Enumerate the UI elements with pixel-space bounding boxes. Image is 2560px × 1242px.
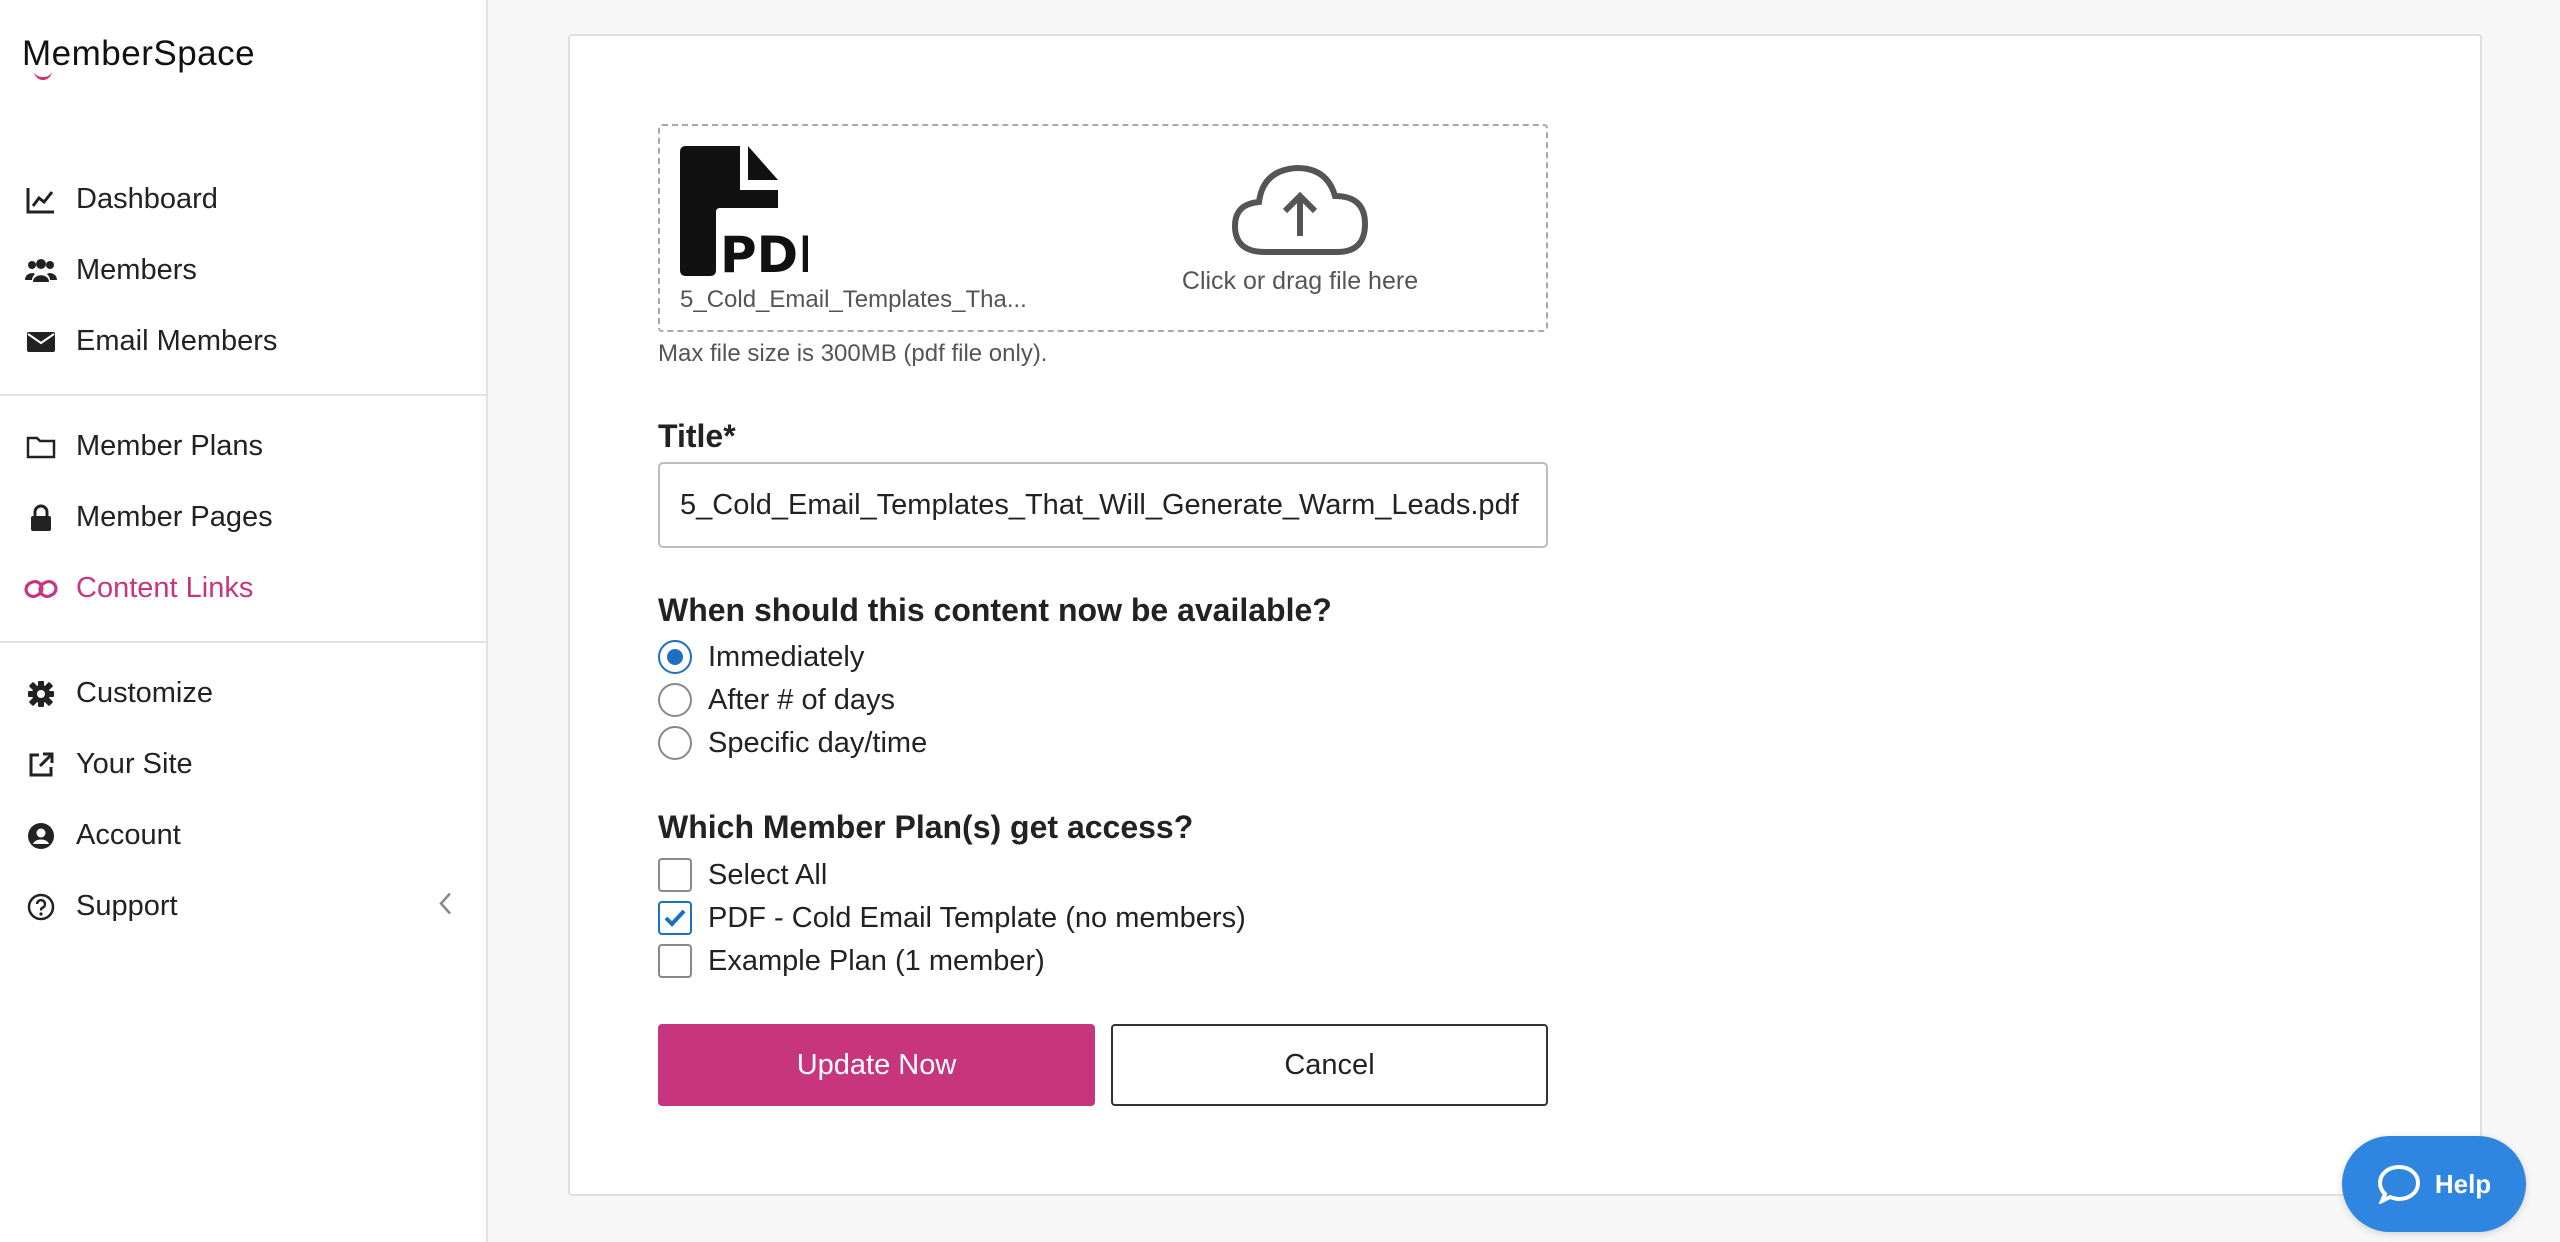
question-circle-icon [24, 890, 58, 924]
checkbox[interactable] [658, 944, 692, 978]
sidebar-item-label: Member Plans [76, 430, 263, 462]
lock-icon [24, 501, 58, 535]
logo[interactable]: M emberSpace [22, 34, 256, 80]
pdf-icon-label: PDF [720, 226, 808, 276]
radio-immediately[interactable]: Immediately [658, 640, 864, 674]
sidebar-item-label: Content Links [76, 572, 254, 604]
logo-text: emberSpace [51, 34, 256, 73]
plans-label: Which Member Plan(s) get access? [658, 809, 1194, 845]
external-link-icon [24, 748, 58, 782]
checkbox-example-plan[interactable]: Example Plan (1 member) [658, 944, 1045, 978]
uploaded-file-name: 5_Cold_Email_Templates_Tha... [680, 286, 1027, 313]
link-icon [24, 572, 58, 606]
checkbox[interactable] [658, 901, 692, 935]
checkbox-select-all[interactable]: Select All [658, 858, 827, 892]
gear-icon [24, 677, 58, 711]
availability-label: When should this content now be availabl… [658, 592, 1332, 628]
checkbox[interactable] [658, 858, 692, 892]
checkbox-label: PDF - Cold Email Template (no members) [708, 901, 1246, 934]
users-icon [24, 254, 58, 288]
checkbox-pdf-plan[interactable]: PDF - Cold Email Template (no members) [658, 901, 1246, 935]
help-label: Help [2434, 1168, 2492, 1199]
sidebar-item-label: Email Members [76, 325, 278, 357]
sidebar-item-email-members[interactable]: Email Members [0, 306, 488, 377]
file-size-hint: Max file size is 300MB (pdf file only). [658, 340, 1048, 367]
radio-specific-time[interactable]: Specific day/time [658, 726, 927, 760]
sidebar-item-dashboard[interactable]: Dashboard [0, 164, 488, 235]
user-circle-icon [24, 819, 58, 853]
nav-group-settings: Customize Your Site Account Support [0, 658, 488, 942]
sidebar-item-member-pages[interactable]: Member Pages [0, 482, 488, 553]
upload-prompt: Click or drag file here [1181, 267, 1419, 295]
radio-after-days[interactable]: After # of days [658, 683, 895, 717]
folder-icon [24, 430, 58, 464]
checkbox-label: Select All [708, 858, 828, 891]
update-now-button[interactable]: Update Now [658, 1024, 1095, 1106]
radio-button[interactable] [658, 640, 692, 674]
checkbox-label: Example Plan (1 member) [708, 944, 1045, 977]
collapse-sidebar-chevron-left-icon[interactable] [438, 890, 452, 923]
radio-label: Specific day/time [708, 726, 928, 759]
sidebar: M emberSpace Dashboard Members Email Mem… [0, 0, 488, 1242]
nav-group-content: Member Plans Member Pages Content Links [0, 411, 488, 624]
sidebar-item-label: Your Site [76, 748, 193, 780]
upload-area[interactable]: Click or drag file here [1160, 162, 1440, 296]
cloud-upload-icon [1231, 164, 1369, 262]
sidebar-item-support[interactable]: Support [0, 871, 488, 942]
sidebar-item-member-plans[interactable]: Member Plans [0, 411, 488, 482]
pdf-file-icon: PDF [680, 146, 832, 284]
logo-initial: M [22, 34, 52, 73]
sidebar-item-content-links[interactable]: Content Links [0, 553, 488, 624]
nav-divider [0, 394, 488, 396]
help-button[interactable]: Help [2342, 1136, 2526, 1232]
sidebar-item-account[interactable]: Account [0, 800, 488, 871]
sidebar-item-label: Members [76, 254, 197, 286]
cancel-button[interactable]: Cancel [1111, 1024, 1548, 1106]
sidebar-item-label: Customize [76, 677, 213, 709]
title-label: Title* [658, 418, 736, 454]
sidebar-item-your-site[interactable]: Your Site [0, 729, 488, 800]
logo-smile-icon [34, 71, 52, 80]
sidebar-item-customize[interactable]: Customize [0, 658, 488, 729]
sidebar-item-label: Support [76, 890, 178, 922]
nav-divider [0, 641, 488, 643]
check-icon [664, 909, 686, 927]
file-dropzone[interactable]: PDF 5_Cold_Email_Templates_Tha... Click … [658, 124, 1548, 332]
envelope-icon [24, 325, 58, 359]
title-input[interactable] [658, 462, 1548, 548]
sidebar-item-label: Member Pages [76, 501, 273, 533]
radio-button[interactable] [658, 683, 692, 717]
logo-m: M [22, 34, 52, 80]
radio-label: Immediately [708, 640, 865, 673]
chat-bubble-icon [2377, 1164, 2421, 1204]
chart-line-icon [24, 183, 58, 217]
sidebar-item-label: Account [76, 819, 181, 851]
radio-label: After # of days [708, 683, 895, 716]
sidebar-item-members[interactable]: Members [0, 235, 488, 306]
radio-button[interactable] [658, 726, 692, 760]
nav-group-main: Dashboard Members Email Members [0, 164, 488, 377]
sidebar-item-label: Dashboard [76, 183, 218, 215]
